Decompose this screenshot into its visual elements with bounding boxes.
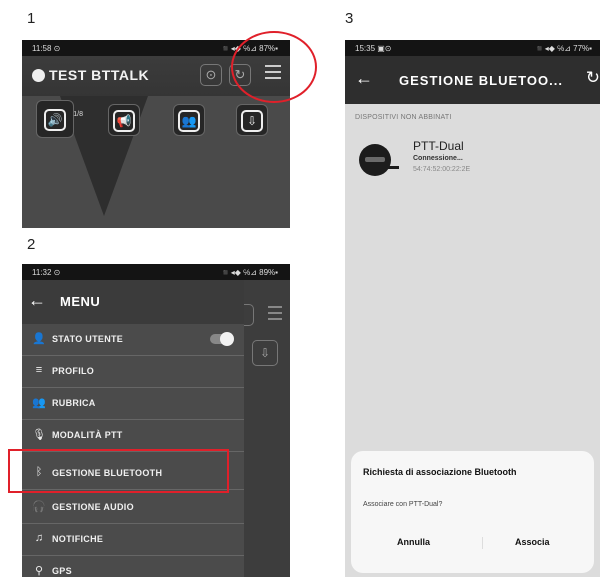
- app-title: TEST BTTALK: [49, 67, 150, 83]
- device-icon: [359, 144, 399, 176]
- drawer-title: MENU: [60, 294, 101, 309]
- refresh-icon[interactable]: ↻: [586, 68, 600, 88]
- group-icon: 👥: [178, 110, 200, 133]
- step-number-3: 3: [345, 10, 354, 27]
- drawer-header: ← MENU: [22, 280, 244, 324]
- menu-item-label: GESTIONE AUDIO: [52, 502, 134, 512]
- section-header: DISPOSITIVI NON ABBINATI: [355, 114, 452, 121]
- megaphone-icon: 📢: [113, 110, 135, 133]
- cancel-button[interactable]: Annulla: [397, 537, 430, 547]
- device-status: Connessione...: [413, 155, 463, 162]
- highlight-circle: [231, 31, 317, 103]
- status-time: 11:32 ⊙: [32, 268, 61, 277]
- channel-count: 1/8: [73, 111, 83, 118]
- menu-item-rubrica[interactable]: 👥 RUBRICA: [22, 388, 244, 420]
- contacts-tile-button[interactable]: 👥: [173, 104, 205, 136]
- download-icon: ⇩: [252, 340, 278, 366]
- status-indicators: ◾◂◆ ℅⊿ 77%▪: [534, 44, 592, 53]
- step-number-1: 1: [27, 10, 36, 27]
- status-time: 15:35 ▣⊙: [355, 44, 392, 53]
- menu-item-gps[interactable]: ⚲ GPS: [22, 556, 244, 577]
- status-bar: 15:35 ▣⊙ ◾◂◆ ℅⊿ 77%▪: [345, 40, 600, 56]
- dialog-title: Richiesta di associazione Bluetooth: [363, 467, 517, 477]
- step-number-2: 2: [27, 236, 36, 253]
- status-dot-icon: [32, 69, 45, 82]
- menu-item-modalita-ptt[interactable]: 🎙 MODALITÀ PTT: [22, 420, 244, 452]
- contacts-icon: 👥: [32, 397, 46, 409]
- menu-item-label: PROFILO: [52, 366, 95, 376]
- status-bar: 11:32 ⊙ ◾◂◆ ℅⊿ 89%▪: [22, 264, 290, 280]
- speaker-icon: 🔊: [44, 109, 66, 132]
- menu-item-label: GPS: [52, 566, 72, 576]
- music-note-icon: ♫: [34, 532, 44, 544]
- navigation-drawer: ← MENU 👤 STATO UTENTE ≡ PROFILO 👥 RUBRIC…: [22, 280, 244, 577]
- user-icon: 👤: [32, 333, 46, 345]
- speaker-tile-button[interactable]: 🔊 1/8: [36, 100, 83, 138]
- location-pin-icon: ⚲: [34, 565, 44, 577]
- device-name[interactable]: PTT-Dual: [413, 139, 464, 153]
- microphone-icon: 🎙: [32, 429, 46, 441]
- dimmed-background: ⇩: [244, 280, 290, 577]
- menu-item-notifiche[interactable]: ♫ NOTIFICHE: [22, 524, 244, 556]
- button-divider: [482, 537, 483, 549]
- status-toggle[interactable]: [210, 332, 234, 346]
- menu-item-label: STATO UTENTE: [52, 334, 124, 344]
- status-indicators: ◾◂◆ ℅⊿ 89%▪: [220, 268, 278, 277]
- highlight-box: [8, 449, 229, 493]
- pair-button[interactable]: Associa: [515, 537, 550, 547]
- download-icon: ⇩: [241, 110, 263, 133]
- menu-item-label: NOTIFICHE: [52, 534, 104, 544]
- menu-item-profilo[interactable]: ≡ PROFILO: [22, 356, 244, 388]
- partial-button: [244, 304, 254, 326]
- back-arrow-icon[interactable]: ←: [28, 290, 46, 311]
- menu-item-stato-utente[interactable]: 👤 STATO UTENTE: [22, 324, 244, 356]
- megaphone-tile-button[interactable]: 📢: [108, 104, 140, 136]
- status-time: 11:58 ⊙: [32, 44, 61, 53]
- device-mac-address: 54:74:52:00:22:2E: [413, 166, 471, 173]
- headphones-icon: 🎧: [32, 501, 46, 513]
- app-header: ← GESTIONE BLUETOO... ↻: [345, 56, 600, 104]
- dialog-message: Associare con PTT-Dual?: [363, 501, 443, 508]
- menu-item-label: RUBRICA: [52, 398, 96, 408]
- screen-menu: 11:32 ⊙ ◾◂◆ ℅⊿ 89%▪ ← MENU 👤 STATO UTENT…: [22, 264, 290, 577]
- download-tile-button[interactable]: ⇩: [236, 104, 268, 136]
- status-button[interactable]: ⊙: [200, 64, 222, 86]
- pairing-dialog: Richiesta di associazione Bluetooth Asso…: [351, 451, 594, 573]
- menu-item-gestione-audio[interactable]: 🎧 GESTIONE AUDIO: [22, 492, 244, 524]
- menu-item-label: MODALITÀ PTT: [52, 430, 123, 440]
- hamburger-menu-icon: [268, 306, 282, 324]
- screen-bluetooth: 15:35 ▣⊙ ◾◂◆ ℅⊿ 77%▪ ← GESTIONE BLUETOO.…: [345, 40, 600, 577]
- profile-icon: ≡: [35, 364, 43, 376]
- page-title: GESTIONE BLUETOO...: [399, 73, 563, 88]
- back-arrow-icon[interactable]: ←: [355, 68, 373, 89]
